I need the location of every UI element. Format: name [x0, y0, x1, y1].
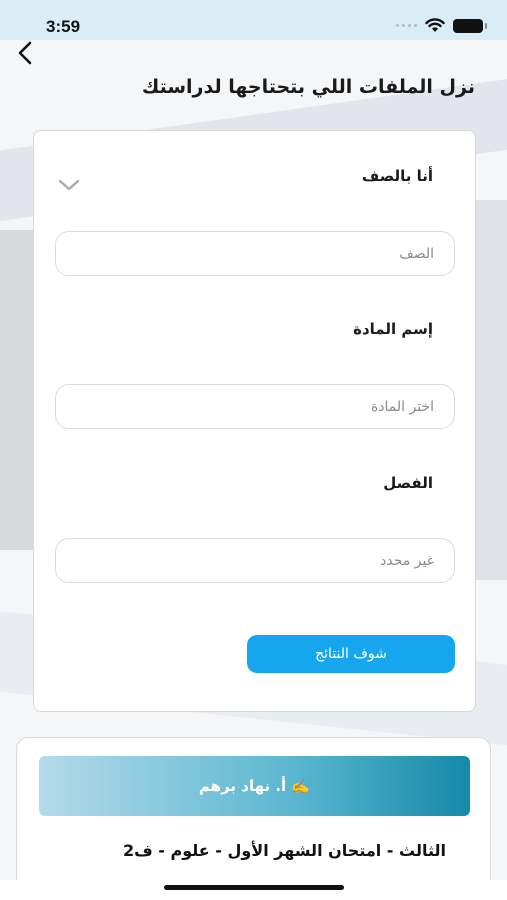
term-select[interactable]: غير محدد: [55, 538, 455, 583]
home-indicator: [164, 885, 344, 890]
show-results-button[interactable]: شوف النتائج: [247, 635, 455, 673]
status-time: 3:59: [46, 17, 81, 36]
signal-icon: [396, 24, 417, 27]
status-bar: 3:59: [0, 0, 507, 50]
subject-select[interactable]: اختر المادة: [55, 384, 455, 429]
page-title: نزل الملفات اللي بتحتاجها لدراستك: [141, 76, 475, 98]
status-icons: [396, 18, 487, 33]
grade-select[interactable]: الصف: [55, 231, 455, 276]
filter-form-card: أنا بالصف الصف إسم المادة اختر المادة ال…: [33, 130, 476, 712]
term-label: الفصل: [383, 474, 433, 492]
subject-label: إسم المادة: [353, 320, 433, 338]
bottom-safe-area: [0, 880, 507, 900]
back-button[interactable]: [10, 38, 40, 68]
grade-label: أنا بالصف: [361, 167, 433, 185]
chevron-down-icon[interactable]: [58, 179, 80, 191]
back-arrow-icon: [18, 41, 32, 65]
teacher-banner[interactable]: ✍️ أ. نهاد برهم: [39, 756, 470, 816]
battery-icon: [453, 18, 487, 33]
wifi-icon: [425, 18, 445, 32]
result-title[interactable]: الثالث - امتحان الشهر الأول - علوم - ف2: [123, 841, 446, 860]
result-card[interactable]: ✍️ أ. نهاد برهم الثالث - امتحان الشهر ال…: [16, 737, 491, 900]
